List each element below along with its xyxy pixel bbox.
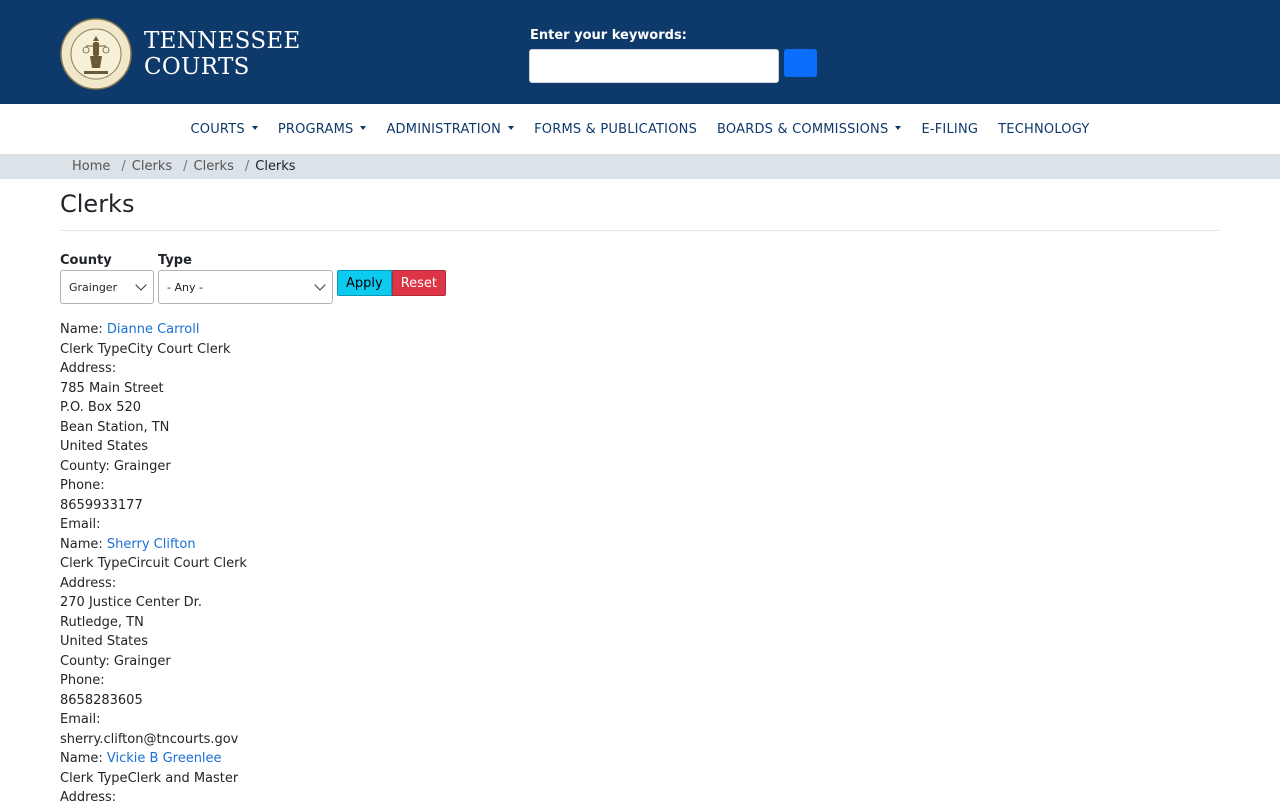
nav-item-e-filing[interactable]: E-FILING — [911, 122, 988, 137]
phone-value: 8658283605 — [60, 692, 143, 708]
clerk-results: Name: Dianne Carroll Clerk TypeCity Cour… — [60, 320, 1220, 808]
clerk-type-label: Clerk Type — [60, 341, 128, 357]
main-content: Clerks County Grainger Type - Any - Appl… — [0, 179, 1280, 808]
address-line: United States — [60, 634, 149, 649]
breadcrumb: Home / Clerks / Clerks / Clerks — [0, 154, 1280, 179]
name-label: Name: — [60, 322, 107, 337]
type-label: Type — [158, 253, 192, 268]
site-brand[interactable]: TENNESSEE COURTS — [144, 28, 301, 80]
address-line: 785 Main Street — [60, 380, 164, 396]
nav-item-programs[interactable]: PROGRAMS — [268, 122, 377, 137]
clerk-name-link[interactable]: Dianne Carroll — [107, 322, 200, 337]
brand-line-2: COURTS — [144, 54, 250, 80]
breadcrumb-current: Clerks — [255, 159, 296, 174]
clerk-type-value: Clerk and Master — [127, 770, 239, 786]
filter-form: County Grainger Type - Any - Apply Reset — [60, 253, 1220, 304]
clerk-type-value: City Court Clerk — [127, 341, 231, 357]
page-title: Clerks — [60, 179, 1220, 231]
breadcrumb-separator: / — [121, 159, 126, 174]
clerk-type-value: Circuit Court Clerk — [127, 556, 247, 571]
breadcrumb-clerks-2[interactable]: Clerks — [194, 159, 234, 174]
caret-down-icon — [508, 126, 515, 130]
address-label: Address: — [60, 361, 117, 376]
chevron-down-icon — [135, 279, 147, 291]
site-header: TENNESSEE COURTS Enter your keywords: — [0, 0, 1280, 104]
nav-item-administration[interactable]: ADMINISTRATION — [376, 122, 524, 137]
breadcrumb-separator: / — [183, 159, 188, 174]
caret-down-icon — [360, 126, 367, 130]
apply-button[interactable]: Apply — [337, 270, 392, 296]
clerk-name-link[interactable]: Sherry Clifton — [107, 537, 196, 552]
county-select[interactable]: Grainger — [60, 270, 154, 304]
phone-label: Phone: — [60, 673, 105, 688]
address-line: P.O. Box 520 — [60, 400, 142, 415]
caret-down-icon — [251, 126, 258, 130]
type-select[interactable]: - Any - — [158, 270, 333, 304]
chevron-down-icon — [314, 279, 326, 291]
type-filter: Type - Any - — [158, 253, 333, 304]
nav-item-technology[interactable]: TECHNOLOGY — [988, 122, 1099, 137]
clerk-name-link[interactable]: Vickie B Greenlee — [107, 751, 222, 766]
nav-item-boards-commissions[interactable]: BOARDS & COMMISSIONS — [707, 122, 911, 137]
address-line: Rutledge, TN — [60, 614, 144, 630]
phone-label: Phone: — [60, 478, 105, 493]
type-select-value: - Any - — [167, 280, 203, 294]
address-label: Address: — [60, 790, 117, 805]
name-label: Name: — [60, 751, 107, 766]
main-nav: COURTS PROGRAMS ADMINISTRATION FORMS & P… — [0, 104, 1280, 154]
address-line: 270 Justice Center Dr. — [60, 595, 202, 610]
search-input[interactable] — [529, 49, 779, 83]
search-label: Enter your keywords: — [530, 28, 687, 43]
caret-down-icon — [895, 126, 902, 130]
search-button[interactable] — [784, 49, 817, 77]
county-filter: County Grainger — [60, 253, 154, 304]
clerk-type-label: Clerk Type — [60, 770, 128, 786]
judiciary-seal-icon[interactable] — [60, 18, 132, 90]
county-select-value: Grainger — [69, 280, 118, 294]
address-line: Bean Station, TN — [60, 419, 170, 435]
filter-buttons: Apply Reset — [337, 265, 447, 296]
clerk-entry: Name: Vickie B Greenlee Clerk TypeClerk … — [60, 749, 1220, 808]
nav-item-courts[interactable]: COURTS — [181, 122, 268, 137]
address-line: United States — [60, 439, 149, 454]
clerk-type-label: Clerk Type — [60, 556, 128, 571]
county-value: County: Grainger — [60, 653, 171, 669]
breadcrumb-clerks-1[interactable]: Clerks — [132, 159, 172, 174]
email-label: Email: — [60, 712, 101, 727]
clerk-entry: Name: Sherry Clifton Clerk TypeCircuit C… — [60, 535, 1220, 750]
nav-item-forms-publications[interactable]: FORMS & PUBLICATIONS — [524, 122, 707, 137]
name-label: Name: — [60, 536, 107, 552]
reset-button[interactable]: Reset — [391, 270, 447, 296]
county-label: County — [60, 253, 112, 268]
clerk-entry: Name: Dianne Carroll Clerk TypeCity Cour… — [60, 320, 1220, 535]
brand-line-1: TENNESSEE — [144, 28, 301, 54]
breadcrumb-home[interactable]: Home — [72, 159, 110, 174]
address-label: Address: — [60, 575, 117, 591]
breadcrumb-separator: / — [244, 159, 250, 174]
county-value: County: Grainger — [60, 458, 171, 474]
phone-value: 8659933177 — [60, 497, 143, 513]
email-value: sherry.clifton@tncourts.gov — [60, 731, 239, 747]
email-label: Email: — [60, 517, 101, 532]
